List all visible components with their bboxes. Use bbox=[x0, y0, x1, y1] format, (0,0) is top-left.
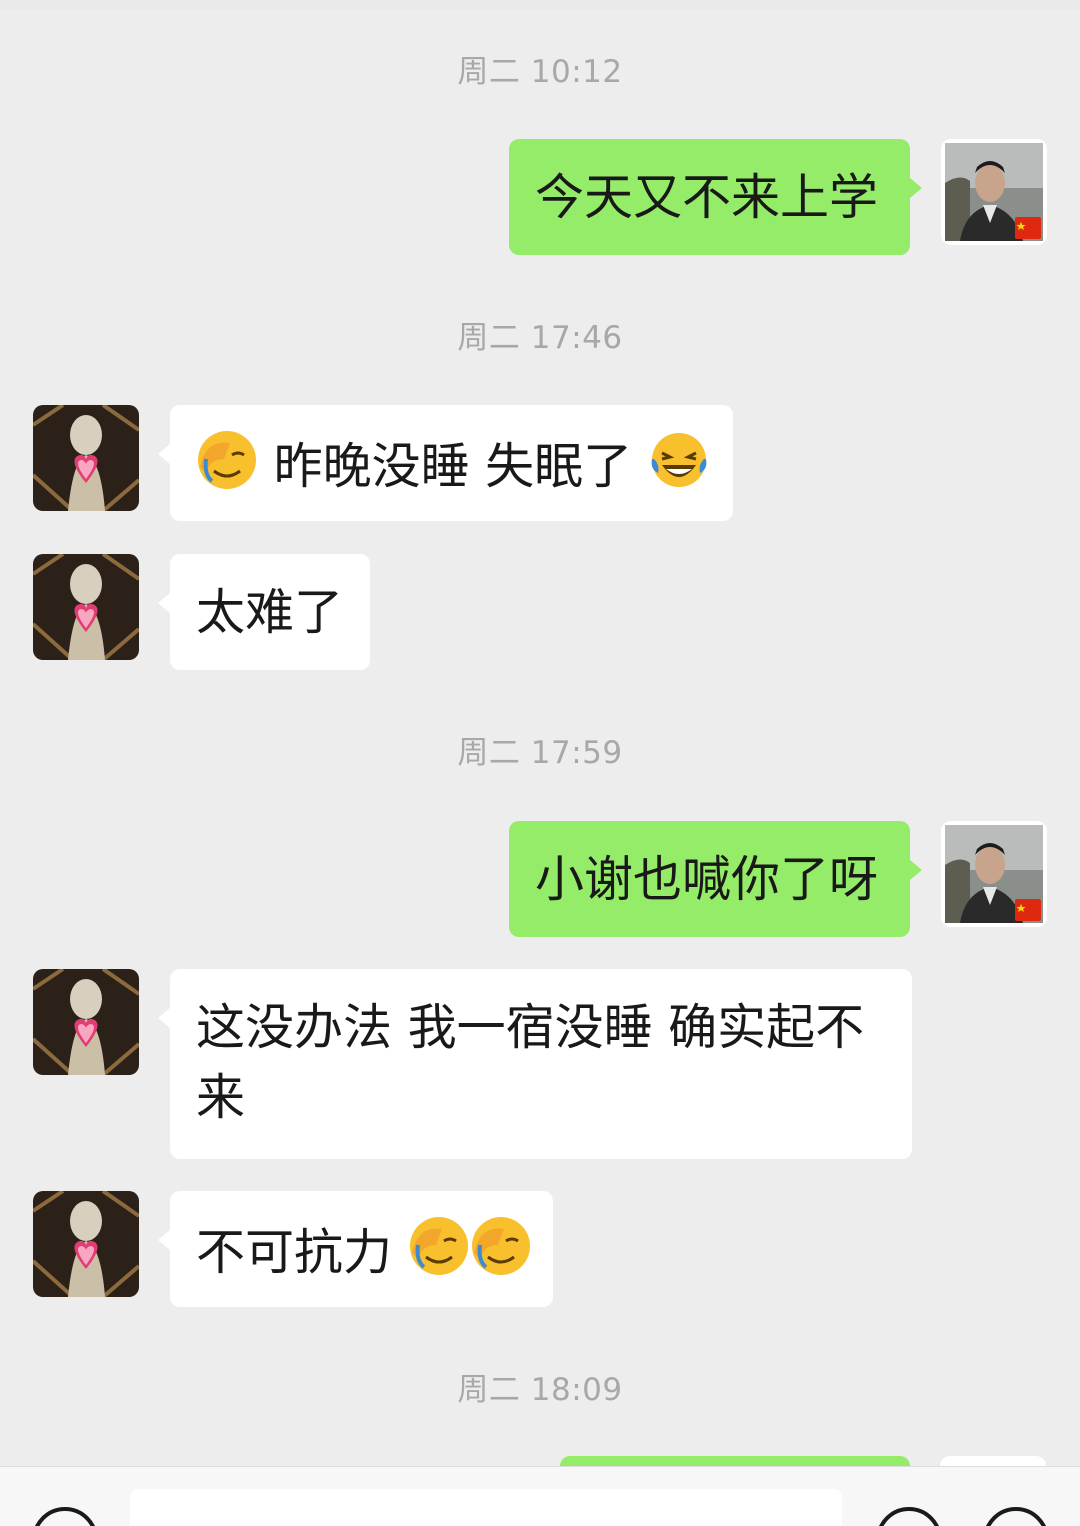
facepalm-emoji-icon bbox=[196, 429, 258, 491]
voice-icon[interactable] bbox=[32, 1507, 98, 1526]
received-message-bubble[interactable]: 这没办法 我一宿没睡 确实起不 来 bbox=[170, 969, 912, 1159]
contact-avatar[interactable] bbox=[33, 969, 139, 1075]
sent-message-bubble[interactable]: 小谢也喊你了呀 bbox=[509, 821, 910, 937]
heart-statue-avatar-icon bbox=[33, 405, 139, 511]
sent-message-bubble[interactable]: 今天又不来上学 bbox=[509, 139, 910, 255]
input-bar bbox=[0, 1466, 1080, 1526]
man-portrait-avatar-icon bbox=[945, 825, 1043, 923]
self-avatar[interactable] bbox=[941, 139, 1047, 245]
timestamp: 周二 10:12 bbox=[457, 54, 623, 90]
man-portrait-avatar-icon bbox=[945, 143, 1043, 241]
heart-statue-avatar-icon bbox=[33, 969, 139, 1075]
plus-icon[interactable] bbox=[983, 1507, 1049, 1526]
heart-statue-avatar-icon bbox=[33, 1191, 139, 1297]
facepalm-emoji-icon bbox=[408, 1215, 470, 1277]
bubble-tail bbox=[158, 593, 170, 613]
bubble-tail bbox=[158, 1230, 170, 1250]
bubble-tail bbox=[910, 860, 922, 880]
heart-statue-avatar-icon bbox=[33, 554, 139, 660]
timestamp: 周二 18:09 bbox=[457, 1372, 623, 1408]
contact-avatar[interactable] bbox=[33, 405, 139, 511]
timestamp: 周二 17:59 bbox=[457, 735, 623, 771]
received-message-bubble[interactable]: 太难了 bbox=[170, 554, 370, 670]
top-divider bbox=[0, 0, 1080, 10]
bubble-tail bbox=[910, 178, 922, 198]
message-text: 太难了 bbox=[196, 584, 344, 641]
message-text: 不可抗力 bbox=[196, 1224, 393, 1281]
bubble-tail bbox=[158, 444, 170, 464]
message-text: 小谢也喊你了呀 bbox=[535, 851, 879, 908]
emoji-icon[interactable] bbox=[876, 1507, 942, 1526]
message-text: 昨晚没睡 失眠了 bbox=[273, 438, 633, 495]
contact-avatar[interactable] bbox=[33, 1191, 139, 1297]
facepalm-emoji-icon bbox=[470, 1215, 532, 1277]
received-message-bubble[interactable]: 昨晚没睡 失眠了 bbox=[170, 405, 733, 521]
contact-avatar[interactable] bbox=[33, 554, 139, 660]
timestamp: 周二 17:46 bbox=[457, 320, 623, 356]
chat-screen: 周二 10:12 今天又不来上学 周二 17:46 昨晚没睡 失眠了 太难了 周… bbox=[0, 0, 1080, 1526]
received-message-bubble[interactable]: 不可抗力 bbox=[170, 1191, 553, 1307]
message-text-line: 来 bbox=[196, 1069, 246, 1126]
laughing-tears-emoji-icon bbox=[648, 429, 710, 491]
message-text-line: 这没办法 我一宿没睡 确实起不 bbox=[196, 999, 865, 1056]
message-input[interactable] bbox=[130, 1489, 842, 1526]
bubble-tail bbox=[158, 1008, 170, 1028]
message-text: 今天又不来上学 bbox=[535, 169, 879, 226]
self-avatar[interactable] bbox=[941, 821, 1047, 927]
